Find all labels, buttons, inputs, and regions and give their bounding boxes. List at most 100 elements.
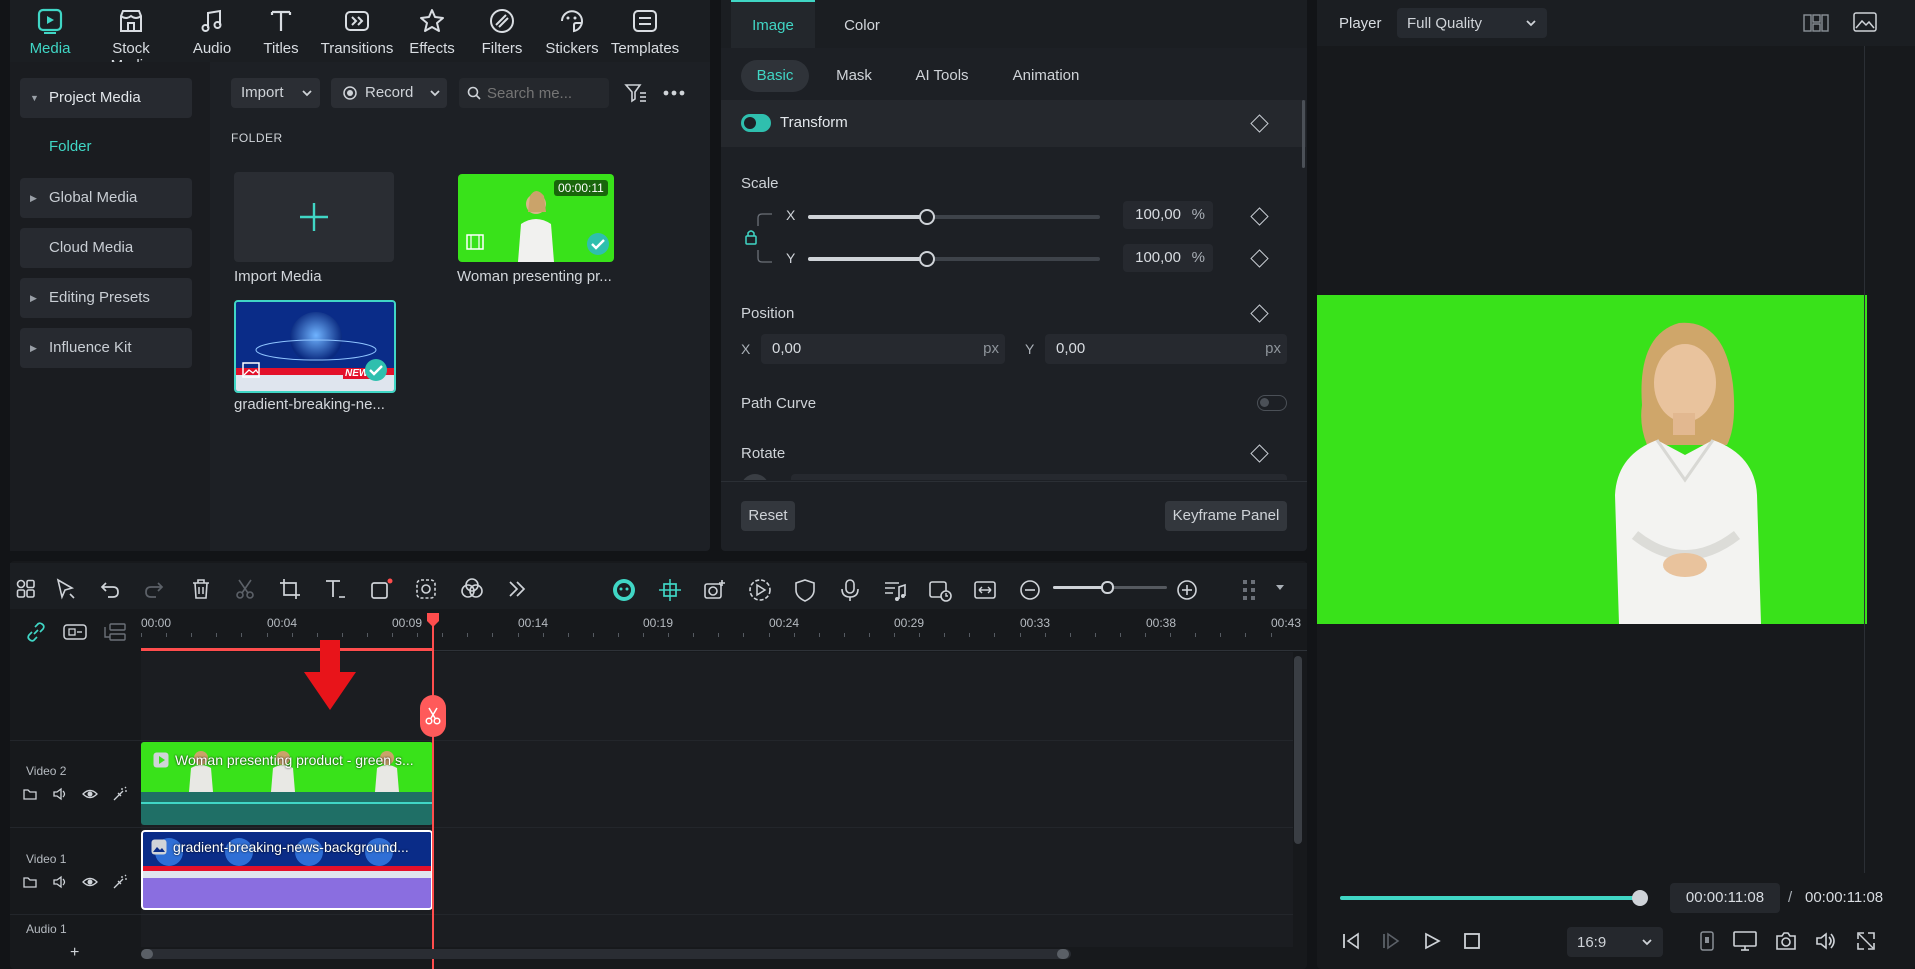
reset-button[interactable]: Reset bbox=[741, 501, 795, 531]
tab-audio[interactable]: Audio bbox=[172, 6, 252, 57]
more-tools-icon[interactable] bbox=[505, 577, 531, 603]
speaker-icon[interactable] bbox=[52, 874, 70, 892]
media-item-breaking-news[interactable]: NEWS bbox=[234, 300, 396, 393]
add-track-button[interactable]: + bbox=[70, 944, 79, 962]
tab-transitions[interactable]: Transitions bbox=[317, 6, 397, 57]
speaker-icon[interactable] bbox=[52, 786, 70, 804]
speed-icon[interactable] bbox=[927, 577, 953, 603]
snapshot-image-icon[interactable] bbox=[1853, 12, 1877, 32]
zoom-in-icon[interactable] bbox=[1174, 577, 1200, 603]
link-icon[interactable] bbox=[25, 621, 47, 643]
scale-y-slider-handle[interactable] bbox=[918, 251, 935, 267]
tab-filters[interactable]: Filters bbox=[462, 6, 542, 57]
playhead-line[interactable] bbox=[432, 613, 434, 969]
tab-effects[interactable]: Effects bbox=[392, 6, 472, 57]
current-time-box[interactable]: 00:00:11:08 bbox=[1670, 883, 1780, 913]
subtab-mask[interactable]: Mask bbox=[822, 60, 886, 92]
snap-icon[interactable] bbox=[657, 577, 683, 603]
quality-dropdown[interactable]: Full Quality bbox=[1397, 8, 1547, 38]
import-button[interactable]: Import bbox=[231, 78, 320, 108]
grid-view-icon[interactable] bbox=[1803, 14, 1829, 32]
shield-icon[interactable] bbox=[792, 577, 818, 603]
aspect-ratio-dropdown[interactable]: 16:9 bbox=[1567, 927, 1663, 957]
display-monitor-icon[interactable] bbox=[1733, 931, 1757, 951]
scale-x-slider[interactable] bbox=[808, 209, 1100, 225]
select-pointer-icon[interactable] bbox=[54, 577, 80, 603]
eye-icon[interactable] bbox=[82, 874, 100, 892]
folder-lock-icon[interactable] bbox=[22, 874, 40, 892]
filter-icon[interactable] bbox=[624, 82, 648, 104]
preview-video[interactable] bbox=[1317, 295, 1867, 624]
scale-x-field[interactable]: 100,00 % bbox=[1123, 201, 1213, 229]
tab-media[interactable]: Media bbox=[10, 6, 90, 57]
eye-icon[interactable] bbox=[82, 786, 100, 804]
hscroll-right-handle[interactable] bbox=[1057, 949, 1069, 959]
scale-x-slider-handle[interactable] bbox=[918, 209, 935, 225]
ai-face-icon[interactable] bbox=[611, 577, 637, 603]
playhead-handle[interactable] bbox=[426, 612, 440, 628]
microphone-icon[interactable] bbox=[837, 577, 863, 603]
add-camera-icon[interactable] bbox=[702, 577, 728, 603]
path-curve-toggle[interactable] bbox=[1257, 395, 1287, 411]
marker-icon[interactable] bbox=[1699, 931, 1715, 951]
zoom-slider[interactable] bbox=[1053, 581, 1167, 594]
ai-selection-icon[interactable] bbox=[414, 577, 440, 603]
cut-icon[interactable] bbox=[233, 577, 259, 603]
sidebar-item-influence-kit[interactable]: ▶ Influence Kit bbox=[20, 328, 192, 368]
clip-breaking-news[interactable]: gradient-breaking-news-background... bbox=[141, 830, 433, 910]
camera-snapshot-icon[interactable] bbox=[1775, 931, 1797, 951]
search-box[interactable] bbox=[459, 78, 609, 108]
search-input[interactable] bbox=[485, 82, 607, 104]
color-match-icon[interactable] bbox=[459, 577, 485, 603]
tab-color[interactable]: Color bbox=[820, 0, 904, 48]
split-track-icon[interactable] bbox=[103, 622, 127, 642]
sidebar-item-global-media[interactable]: ▶ Global Media bbox=[20, 178, 192, 218]
fit-timeline-icon[interactable] bbox=[972, 577, 998, 603]
folder-lock-icon[interactable] bbox=[22, 786, 40, 804]
scale-y-field[interactable]: 100,00 % bbox=[1123, 244, 1213, 272]
volume-icon[interactable] bbox=[1815, 931, 1837, 951]
position-y-field[interactable]: 0,00 px bbox=[1045, 334, 1287, 364]
position-x-field[interactable]: 0,00 px bbox=[761, 334, 1005, 364]
motion-track-icon[interactable] bbox=[747, 577, 773, 603]
zoom-out-icon[interactable] bbox=[1017, 577, 1043, 603]
split-scissors-button[interactable] bbox=[420, 695, 446, 737]
crop-icon[interactable] bbox=[278, 577, 304, 603]
shape-mask-icon[interactable] bbox=[369, 577, 395, 603]
timeline-vertical-scrollbar[interactable] bbox=[1294, 656, 1302, 844]
subtab-animation[interactable]: Animation bbox=[1001, 60, 1091, 92]
layout-grid-icon[interactable] bbox=[14, 577, 40, 603]
undo-icon[interactable] bbox=[98, 577, 124, 603]
sidebar-item-cloud-media[interactable]: Cloud Media bbox=[20, 228, 192, 268]
keyframe-panel-button[interactable]: Keyframe Panel bbox=[1165, 501, 1287, 531]
caret-down-icon[interactable] bbox=[1275, 584, 1285, 592]
sidebar-item-folder[interactable]: Folder bbox=[49, 138, 92, 155]
lock-icon[interactable] bbox=[744, 229, 758, 245]
playback-progress-bar[interactable] bbox=[1340, 890, 1648, 906]
tab-titles[interactable]: Titles bbox=[241, 6, 321, 57]
redo-icon[interactable] bbox=[142, 577, 168, 603]
rotate-control-partial[interactable] bbox=[741, 472, 1287, 480]
playback-progress-handle[interactable] bbox=[1632, 890, 1648, 906]
zoom-slider-handle[interactable] bbox=[1101, 581, 1114, 594]
magic-wand-icon[interactable] bbox=[112, 874, 130, 892]
more-options-icon[interactable] bbox=[663, 90, 685, 96]
magic-wand-icon[interactable] bbox=[112, 786, 130, 804]
sidebar-item-project-media[interactable]: ▼ Project Media bbox=[20, 78, 192, 118]
delete-icon[interactable] bbox=[189, 577, 215, 603]
previous-frame-icon[interactable] bbox=[1341, 932, 1361, 950]
text-tool-icon[interactable] bbox=[323, 577, 349, 603]
tab-templates[interactable]: Templates bbox=[605, 6, 685, 57]
stop-icon[interactable] bbox=[1463, 932, 1481, 950]
scale-y-slider[interactable] bbox=[808, 251, 1100, 267]
hscroll-left-handle[interactable] bbox=[141, 949, 153, 959]
play-icon[interactable] bbox=[1423, 932, 1441, 950]
timeline-horizontal-scrollbar[interactable] bbox=[141, 949, 1071, 959]
next-frame-icon[interactable] bbox=[1381, 932, 1401, 950]
inspector-scrollbar[interactable] bbox=[1302, 100, 1305, 168]
group-clips-icon[interactable] bbox=[63, 622, 87, 642]
fullscreen-icon[interactable] bbox=[1856, 931, 1876, 951]
subtab-basic[interactable]: Basic bbox=[741, 60, 809, 92]
track-layout-icon[interactable] bbox=[1240, 577, 1266, 603]
sidebar-item-editing-presets[interactable]: ▶ Editing Presets bbox=[20, 278, 192, 318]
